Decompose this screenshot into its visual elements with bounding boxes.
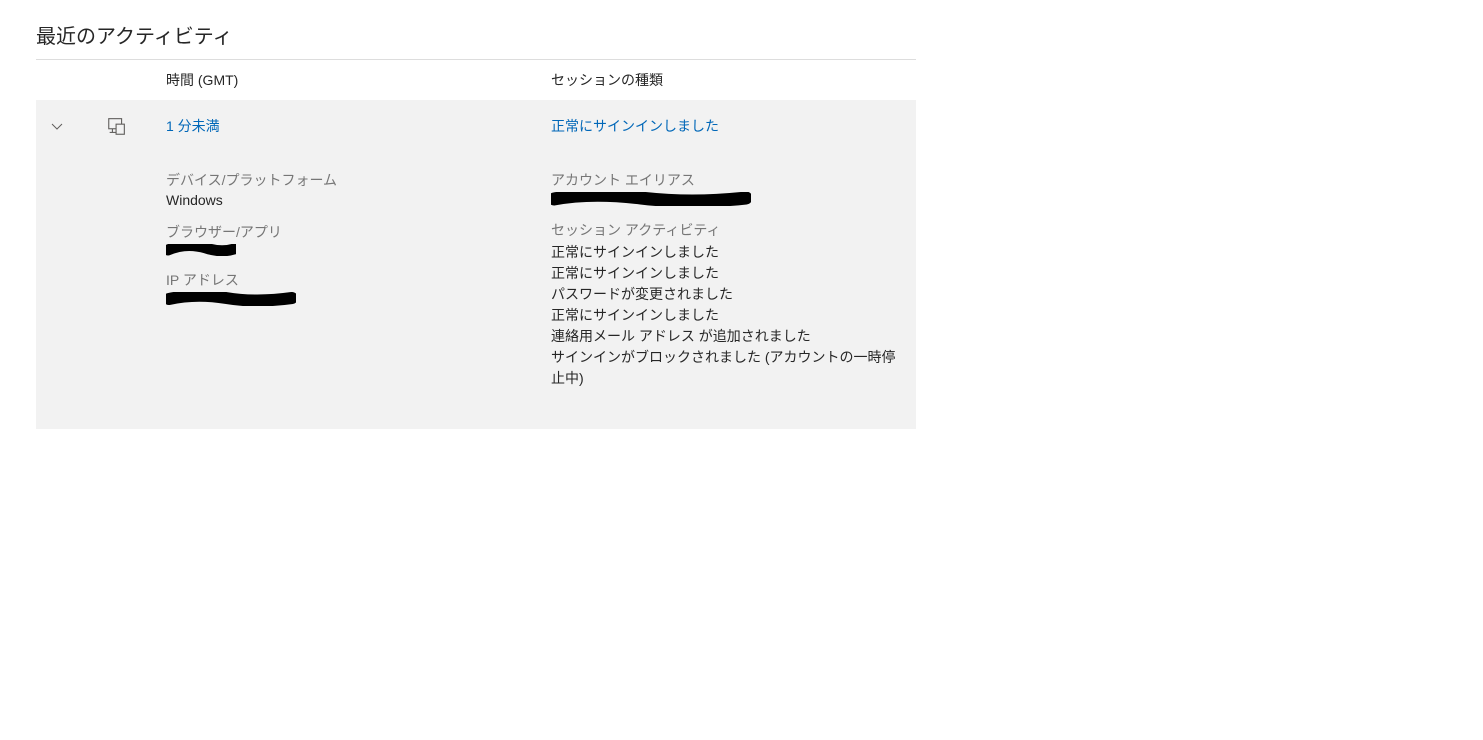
recent-activity-panel: 最近のアクティビティ 時間 (GMT) セッションの種類 1 分未満 正常にサイ…	[36, 20, 916, 429]
session-activity-label: セッション アクティビティ	[551, 220, 896, 240]
header-time: 時間 (GMT)	[166, 70, 551, 90]
session-activity-item: 正常にサインインしました	[551, 263, 896, 284]
ip-value-redacted	[166, 292, 551, 306]
device-icon	[106, 115, 128, 137]
section-title: 最近のアクティビティ	[36, 20, 916, 60]
table-header: 時間 (GMT) セッションの種類	[36, 60, 916, 100]
device-label: デバイス/プラットフォーム	[166, 170, 551, 190]
row-time: 1 分未満	[166, 116, 551, 136]
expand-toggle[interactable]	[36, 118, 78, 134]
session-activity-item: サインインがブロックされました (アカウントの一時停止中)	[551, 347, 896, 389]
session-activity-item: 正常にサインインしました	[551, 242, 896, 263]
ip-label: IP アドレス	[166, 270, 551, 290]
device-icon-cell	[78, 115, 166, 137]
device-value: Windows	[166, 192, 551, 208]
activity-details: デバイス/プラットフォーム Windows ブラウザー/アプリ IP アドレス	[36, 152, 916, 429]
chevron-down-icon	[49, 118, 65, 134]
header-session: セッションの種類	[551, 70, 916, 90]
session-activity-item: 連絡用メール アドレス が追加されました	[551, 326, 896, 347]
row-session: 正常にサインインしました	[551, 116, 916, 136]
session-activity-item: パスワードが変更されました	[551, 284, 896, 305]
session-activity-item: 正常にサインインしました	[551, 305, 896, 326]
browser-value-redacted	[166, 244, 551, 256]
activity-row[interactable]: 1 分未満 正常にサインインしました	[36, 100, 916, 152]
alias-label: アカウント エイリアス	[551, 170, 896, 190]
browser-label: ブラウザー/アプリ	[166, 222, 551, 242]
alias-value-redacted	[551, 192, 896, 206]
